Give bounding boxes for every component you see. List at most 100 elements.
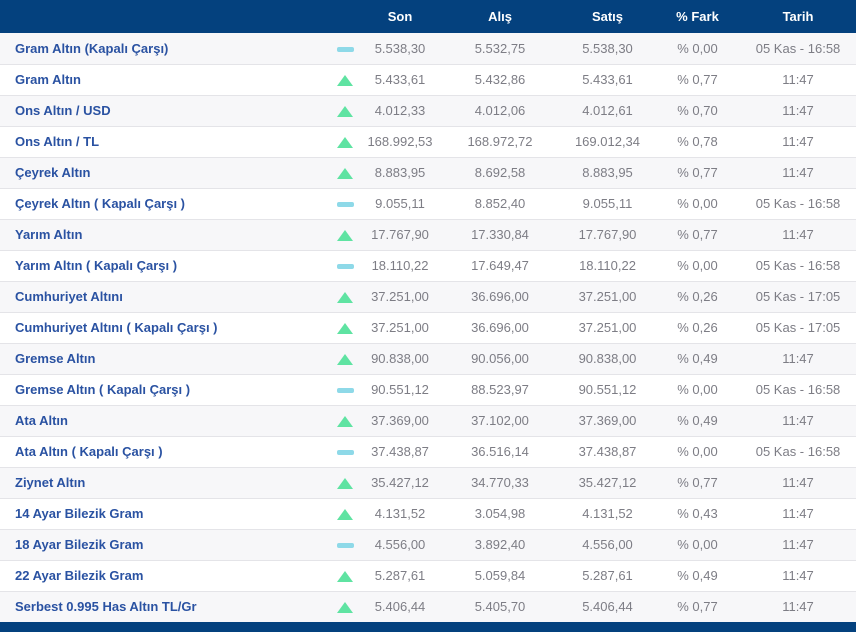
instrument-name[interactable]: Yarım Altın xyxy=(0,219,330,250)
son-value: 37.438,87 xyxy=(371,444,429,459)
triangle-up-icon xyxy=(337,416,353,428)
trend-cell xyxy=(330,64,360,95)
son-value: 4.131,52 xyxy=(374,506,426,521)
instrument-name[interactable]: Ata Altın xyxy=(0,405,330,436)
tarih-value: 11:47 xyxy=(782,537,814,552)
fark-value: % 0,49 xyxy=(677,568,718,583)
instrument-name[interactable]: Çeyrek Altın ( Kapalı Çarşı ) xyxy=(0,188,330,219)
instrument-name[interactable]: Cumhuriyet Altını ( Kapalı Çarşı ) xyxy=(0,312,330,343)
table-row[interactable]: 22 Ayar Bilezik Gram 5.287,61 5.059,84 5.28… xyxy=(0,560,856,591)
fark-value: % 0,26 xyxy=(677,289,718,304)
dash-icon xyxy=(336,202,354,208)
table-body: Gram Altın (Kapalı Çarşı) 5.538,30 5.532,7… xyxy=(0,33,856,622)
column-header-tarih: Tarih xyxy=(740,0,856,33)
fark-value: % 0,77 xyxy=(677,599,718,615)
triangle-up-icon xyxy=(337,168,353,180)
alis-value: 36.516,14 xyxy=(471,444,529,459)
satis-value: 169.012,34 xyxy=(574,134,641,149)
table-row[interactable]: Cumhuriyet Altını ( Kapalı Çarşı ) 37.251… xyxy=(0,312,856,343)
instrument-name[interactable]: 22 Ayar Bilezik Gram xyxy=(0,560,330,591)
tarih-value: 11:47 xyxy=(782,599,814,615)
table-row[interactable]: Ons Altın / USD 4.012,33 4.012,06 4.012,61%… xyxy=(0,95,856,126)
fark-value: % 0,00 xyxy=(677,537,718,552)
satis-value: 37.251,00 xyxy=(578,320,637,335)
table-row[interactable]: 14 Ayar Bilezik Gram 4.131,52 3.054,98 4.13… xyxy=(0,498,856,529)
satis-value: 18.110,22 xyxy=(579,258,636,273)
tarih-value: 11:47 xyxy=(782,568,814,583)
trend-cell xyxy=(330,33,360,64)
instrument-name[interactable]: Yarım Altın ( Kapalı Çarşı ) xyxy=(0,250,330,281)
triangle-up-icon xyxy=(337,478,353,490)
instrument-name[interactable]: Gremse Altın ( Kapalı Çarşı ) xyxy=(0,374,330,405)
fark-value: % 0,00 xyxy=(677,444,718,459)
instrument-name[interactable]: Ons Altın / USD xyxy=(0,95,330,126)
triangle-up-icon xyxy=(337,323,353,335)
alis-value: 5.532,75 xyxy=(474,40,526,56)
son-value: 5.433,61 xyxy=(374,72,426,87)
instrument-name[interactable]: Ata Altın ( Kapalı Çarşı ) xyxy=(0,436,330,467)
tarih-value: 05 Kas - 17:05 xyxy=(755,289,841,304)
table-header: Son Alış Satış % Fark Tarih xyxy=(0,0,856,33)
table-row[interactable]: Çeyrek Altın ( Kapalı Çarşı ) 9.055,11 8.8… xyxy=(0,188,856,219)
trend-cell xyxy=(330,498,360,529)
trend-cell xyxy=(330,157,360,188)
instrument-name[interactable]: Serbest 0.995 Has Altın TL/Gr xyxy=(0,591,330,622)
table-row[interactable]: Yarım Altın ( Kapalı Çarşı ) 18.110,22 17.… xyxy=(0,250,856,281)
tarih-value: 11:47 xyxy=(782,103,814,118)
table-row[interactable]: Ata Altın 37.369,00 37.102,00 37.369,00 % 0,… xyxy=(0,405,856,436)
table-row[interactable]: 18 Ayar Bilezik Gram 4.556,00 3.892,40 4.55… xyxy=(0,529,856,560)
table-row[interactable]: Gremse Altın 90.838,00 90.056,00 90.838,00%… xyxy=(0,343,856,374)
alis-value: 90.056,00 xyxy=(471,351,529,366)
triangle-up-icon xyxy=(337,571,353,583)
tarih-value: 11:47 xyxy=(782,413,814,428)
instrument-name[interactable]: Gremse Altın xyxy=(0,343,330,374)
triangle-up-icon xyxy=(337,230,353,242)
satis-value: 5.433,61 xyxy=(582,72,633,87)
fark-value: % 0,49 xyxy=(677,351,718,366)
alis-value: 3.054,98 xyxy=(474,506,526,521)
tarih-value: 11:47 xyxy=(782,475,814,490)
table-row[interactable]: Çeyrek Altın 8.883,95 8.692,58 8.883,95 % 0,… xyxy=(0,157,856,188)
table-row[interactable]: Yarım Altın 17.767,90 17.330,84 17.767,90 % … xyxy=(0,219,856,250)
satis-value: 4.131,52 xyxy=(582,506,633,521)
table-row[interactable]: Gram Altın 5.433,61 5.432,86 5.433,61 % 0,77… xyxy=(0,64,856,95)
column-header-alis: Alış xyxy=(440,0,560,33)
tarih-value: 05 Kas - 17:05 xyxy=(755,320,841,335)
dash-icon xyxy=(336,450,354,456)
table-row[interactable]: Gremse Altın ( Kapalı Çarşı ) 90.551,12 88… xyxy=(0,374,856,405)
dash-icon xyxy=(336,46,354,52)
fark-value: % 0,43 xyxy=(677,506,718,521)
son-value: 90.838,00 xyxy=(371,351,429,366)
table-row[interactable]: Ata Altın ( Kapalı Çarşı ) 37.438,87 36.51… xyxy=(0,436,856,467)
fark-value: % 0,49 xyxy=(677,413,718,428)
table-row[interactable]: Gram Altın (Kapalı Çarşı) 5.538,30 5.532,7… xyxy=(0,33,856,64)
instrument-name[interactable]: 18 Ayar Bilezik Gram xyxy=(0,529,330,560)
table-row[interactable]: Ons Altın / TL 168.992,53 168.972,72 169.01… xyxy=(0,126,856,157)
son-value: 35.427,12 xyxy=(371,475,429,490)
instrument-name[interactable]: Çeyrek Altın xyxy=(0,157,330,188)
dash-icon xyxy=(336,543,354,549)
fark-value: % 0,00 xyxy=(677,196,718,211)
tarih-value: 05 Kas - 16:58 xyxy=(755,444,841,459)
instrument-name[interactable]: Ziynet Altın xyxy=(0,467,330,498)
instrument-name[interactable]: Gram Altın (Kapalı Çarşı) xyxy=(0,33,330,64)
son-value: 4.012,33 xyxy=(374,103,426,118)
fark-value: % 0,26 xyxy=(677,320,718,335)
dash-icon xyxy=(336,264,354,270)
son-value: 37.251,00 xyxy=(371,289,429,304)
satis-value: 5.287,61 xyxy=(582,568,633,583)
instrument-name[interactable]: Ons Altın / TL xyxy=(0,126,330,157)
satis-value: 5.538,30 xyxy=(582,40,633,56)
triangle-up-icon xyxy=(337,509,353,521)
table-row[interactable]: Cumhuriyet Altını 37.251,00 36.696,00 37.25… xyxy=(0,281,856,312)
alis-value: 5.405,70 xyxy=(474,599,526,615)
instrument-name[interactable]: Gram Altın xyxy=(0,64,330,95)
alis-value: 8.692,58 xyxy=(474,165,526,180)
satis-value: 37.251,00 xyxy=(578,289,637,304)
instrument-name[interactable]: 14 Ayar Bilezik Gram xyxy=(0,498,330,529)
tarih-value: 05 Kas - 16:58 xyxy=(755,40,841,56)
alis-value: 17.649,47 xyxy=(471,258,529,273)
instrument-name[interactable]: Cumhuriyet Altını xyxy=(0,281,330,312)
table-row[interactable]: Serbest 0.995 Has Altın TL/Gr 5.406,44 5.4… xyxy=(0,591,856,622)
table-row[interactable]: Ziynet Altın 35.427,12 34.770,33 35.427,12%… xyxy=(0,467,856,498)
